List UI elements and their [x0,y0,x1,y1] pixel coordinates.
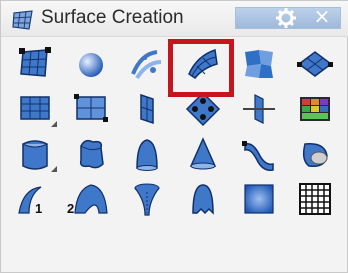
tool-heightfield-from-image[interactable] [287,86,343,131]
twisted-surface-icon [134,183,160,216]
rectangular-plane-icon [20,95,50,120]
tool-rectangular-plane[interactable] [7,86,63,131]
selected-tool-highlight [168,39,234,97]
cutting-plane-icon [243,93,275,124]
tool-cutting-plane[interactable] [231,86,287,131]
sphere-icon [79,52,103,77]
tool-rectangular-plane-grid[interactable] [63,86,119,131]
gear-icon[interactable] [275,7,297,29]
tool-point-grid-surface[interactable] [287,176,343,221]
tool-surface-from-corner-points[interactable] [7,41,63,86]
revolve-icon [136,138,158,171]
close-icon[interactable]: × [311,5,333,27]
toolbar-window: Surface Creation × 1 2 [0,0,348,273]
fit-surface-icon [244,183,274,214]
rail-revolve-icon [302,142,328,167]
extrude-curve-icon [22,139,48,170]
title-bar[interactable]: Surface Creation × [1,1,348,37]
loft-subscript-2: 2 [67,201,75,216]
plane-from-points-icon [297,50,333,77]
tool-cone[interactable] [175,131,231,176]
window-title: Surface Creation [41,7,184,28]
tool-sweep-1-rail[interactable] [231,131,287,176]
vertical-plane-icon [140,93,154,124]
tool-revolve[interactable] [119,131,175,176]
point-grid-surface-icon [299,182,331,215]
tool-drape-surface[interactable] [175,176,231,221]
tool-extrude-curve[interactable] [7,131,63,176]
tool-surface-from-edge-curves[interactable] [231,41,287,86]
patch-surface-icon [131,49,162,79]
drape-surface-icon [192,183,214,215]
tool-twisted-surface[interactable] [119,176,175,221]
surface-from-edge-curves-icon [245,49,273,78]
heightfield-from-image-icon [300,96,330,121]
cone-icon [189,136,217,169]
flyout-arrow-icon [51,121,57,127]
loft-subscript-1: 1 [35,201,43,216]
tool-fit-surface[interactable] [231,176,287,221]
tool-rail-revolve[interactable] [287,131,343,176]
surface-from-corner-points-icon [19,46,51,77]
tool-extrude-closed-curve[interactable] [63,131,119,176]
sweep-1-rail-icon [242,140,274,171]
tool-loft-2[interactable]: 2 [63,176,119,221]
tool-vertical-plane[interactable] [119,86,175,131]
extrude-closed-curve-icon [79,139,104,168]
surface-toolbar-icon [12,10,33,30]
loft-2-icon [74,183,108,214]
tool-patch-surface[interactable] [119,41,175,86]
rectangular-plane-grid-icon [74,93,108,122]
tool-plane-from-points[interactable] [287,41,343,86]
flyout-arrow-icon [51,166,57,172]
tool-sphere[interactable] [63,41,119,86]
tool-loft-1[interactable]: 1 [7,176,63,221]
